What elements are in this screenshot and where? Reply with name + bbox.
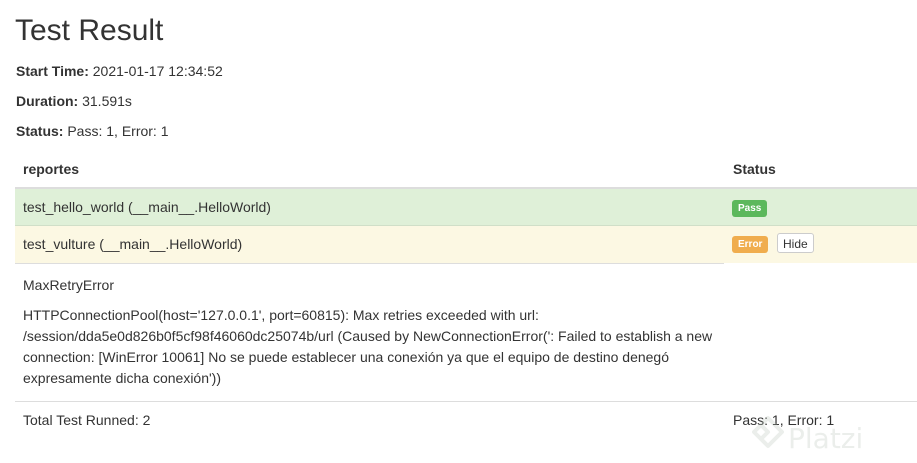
total-tests: Total Test Runned: 2 bbox=[23, 412, 151, 428]
table-row-error: test_vulture (__main__.HelloWorld) Error… bbox=[15, 226, 917, 263]
hide-detail-button[interactable]: Hide bbox=[777, 233, 814, 253]
start-time-label: Start Time: bbox=[16, 63, 89, 79]
status-badge-pass: Pass bbox=[732, 200, 768, 217]
start-time-line: Start Time: 2021-01-17 12:34:52 bbox=[16, 63, 223, 79]
status-line: Status: Pass: 1, Error: 1 bbox=[16, 123, 169, 139]
page-title: Test Result bbox=[15, 14, 164, 47]
start-time-value: 2021-01-17 12:34:52 bbox=[92, 63, 223, 79]
header-status: Status bbox=[733, 161, 776, 177]
row-divider bbox=[15, 263, 724, 264]
platzi-logo-icon bbox=[752, 416, 784, 448]
table-row-pass: test_hello_world (__main__.HelloWorld) P… bbox=[15, 189, 917, 226]
header-name: reportes bbox=[23, 161, 80, 177]
duration-value: 31.591s bbox=[82, 93, 132, 109]
error-message: HTTPConnectionPool(host='127.0.0.1', por… bbox=[23, 307, 713, 386]
status-value: Pass: 1, Error: 1 bbox=[67, 123, 169, 139]
error-name: MaxRetryError bbox=[23, 277, 115, 293]
platzi-watermark: Platzi bbox=[752, 414, 912, 458]
footer-divider bbox=[15, 401, 917, 402]
test-name: test_vulture (__main__.HelloWorld) bbox=[23, 236, 243, 252]
watermark-text: Platzi bbox=[788, 422, 864, 455]
table-header: reportes Status bbox=[15, 150, 917, 189]
status-badge-error: Error bbox=[732, 236, 769, 253]
error-detail: MaxRetryError HTTPConnectionPool(host='1… bbox=[23, 275, 723, 389]
duration-label: Duration: bbox=[16, 93, 79, 109]
test-name: test_hello_world (__main__.HelloWorld) bbox=[23, 199, 271, 215]
duration-line: Duration: 31.591s bbox=[16, 93, 132, 109]
status-label: Status: bbox=[16, 123, 64, 139]
